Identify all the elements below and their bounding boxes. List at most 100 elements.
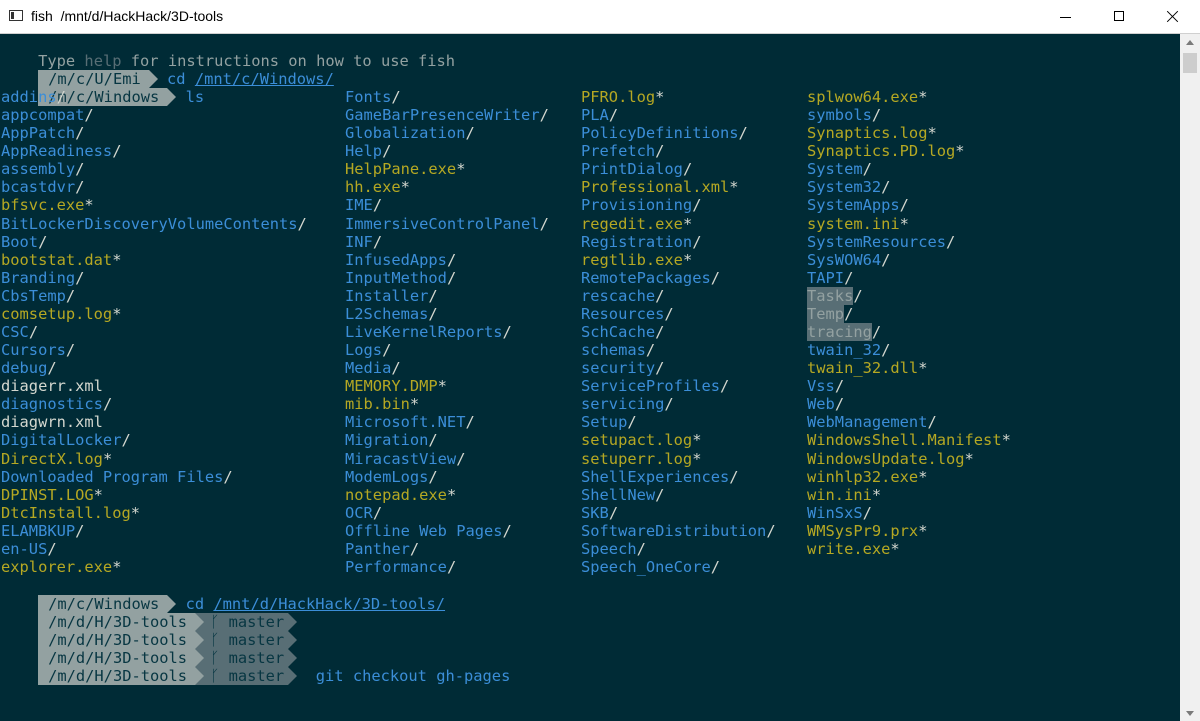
listing-entry: Tasks/ — [807, 286, 863, 305]
git-branch: ᚴ master — [204, 667, 289, 685]
listing-entry: Media/ — [345, 359, 401, 378]
git-prompt-line[interactable]: /m/d/H/3D-tools ᚴ master git checkout gh-… — [1, 649, 510, 685]
listing-entry: win.ini* — [807, 485, 882, 504]
listing-entry: DPINST.LOG* — [1, 485, 103, 504]
listing-entry: twain_32.dll* — [807, 359, 928, 378]
listing-column-2: Fonts/GameBarPresenceWriter/Globalizatio… — [345, 88, 549, 576]
listing-entry: bfsvc.exe* — [1, 196, 94, 215]
window-title: fish /mnt/d/HackHack/3D-tools — [31, 8, 224, 24]
prompt-line: /m/c/Windows ls — [1, 70, 204, 106]
listing-entry: Panther/ — [345, 539, 420, 558]
listing-entry: diagnostics/ — [1, 395, 113, 414]
listing-entry: Cursors/ — [1, 341, 76, 360]
listing-entry: Help/ — [345, 142, 392, 161]
listing-entry: assembly/ — [1, 160, 85, 179]
prompt-line: /m/c/U/Emi cd /mnt/c/Windows/ — [1, 52, 334, 88]
listing-entry: system.ini* — [807, 214, 909, 233]
terminal-window-icon — [9, 10, 23, 21]
listing-entry: Downloaded Program Files/ — [1, 467, 233, 486]
listing-entry: InfusedApps/ — [345, 250, 457, 269]
listing-entry: Temp/ — [807, 304, 854, 323]
listing-entry: RemotePackages/ — [581, 268, 721, 287]
listing-entry: debug/ — [1, 359, 57, 378]
listing-entry: PolicyDefinitions/ — [581, 124, 748, 143]
listing-entry: Professional.xml* — [581, 178, 739, 197]
listing-entry: Offline Web Pages/ — [345, 521, 512, 540]
listing-entry: diagerr.xml — [1, 377, 103, 396]
git-prompt-line: /m/d/H/3D-tools ᚴ master — [1, 631, 298, 667]
listing-entry: Globalization/ — [345, 124, 475, 143]
listing-entry: setuperr.log* — [581, 449, 702, 468]
title-bar[interactable]: fish /mnt/d/HackHack/3D-tools — [0, 0, 1200, 34]
listing-column-4: splwow64.exe* symbols/Synaptics.log* Synap… — [807, 88, 1011, 558]
listing-entry: appcompat/ — [1, 106, 94, 125]
listing-column-1: addins/appcompat/AppPatch/AppReadiness/a… — [1, 88, 307, 576]
listing-entry: Speech_OneCore/ — [581, 558, 721, 577]
listing-entry: Logs/ — [345, 341, 392, 360]
listing-entry: security/ — [581, 359, 665, 378]
listing-entry: INF/ — [345, 232, 383, 251]
listing-entry: Vss/ — [807, 377, 845, 396]
maximize-button[interactable] — [1092, 0, 1146, 34]
listing-entry: Setup/ — [581, 413, 637, 432]
listing-entry: bootstat.dat* — [1, 250, 122, 269]
scrollbar-thumb[interactable] — [1183, 53, 1197, 73]
listing-entry: Provisioning/ — [581, 196, 702, 215]
prompt-separator — [288, 667, 298, 685]
listing-entry: Performance/ — [345, 558, 457, 577]
listing-entry: Branding/ — [1, 268, 85, 287]
git-branch-icon: ᚴ — [210, 667, 220, 685]
scroll-down-icon[interactable] — [1186, 711, 1194, 716]
welcome-line: Type help for instructions on how to use… — [38, 52, 456, 70]
listing-entry: ShellExperiences/ — [581, 467, 739, 486]
listing-entry: GameBarPresenceWriter/ — [345, 106, 549, 125]
listing-entry: Resources/ — [581, 304, 674, 323]
command-argument: /mnt/c/Windows/ — [194, 70, 334, 88]
prompt-separator — [195, 667, 205, 685]
listing-entry: DirectX.log* — [1, 449, 113, 468]
listing-entry: DtcInstall.log* — [1, 503, 141, 522]
listing-entry: Synaptics.log* — [807, 124, 937, 143]
listing-entry: ServiceProfiles/ — [581, 377, 730, 396]
listing-entry: rescache/ — [581, 286, 665, 305]
listing-entry: IME/ — [345, 196, 383, 215]
listing-entry: Web/ — [807, 395, 845, 414]
listing-entry: InputMethod/ — [345, 268, 457, 287]
git-prompt-line: /m/d/H/3D-tools ᚴ master — [1, 595, 298, 631]
listing-entry: System/ — [807, 160, 872, 179]
command-input[interactable]: git checkout gh-pages — [316, 667, 511, 685]
listing-entry: twain_32/ — [807, 341, 891, 360]
listing-entry: splwow64.exe* — [807, 88, 928, 106]
listing-entry: MiracastView/ — [345, 449, 466, 468]
listing-entry: CbsTemp/ — [1, 286, 76, 305]
listing-entry: L2Schemas/ — [345, 304, 438, 323]
listing-entry: MEMORY.DMP* — [345, 377, 447, 396]
listing-entry: TAPI/ — [807, 268, 854, 287]
listing-entry: PLA/ — [581, 106, 619, 125]
listing-entry: Installer/ — [345, 286, 438, 305]
listing-entry: WebManagement/ — [807, 413, 937, 432]
listing-entry: ModemLogs/ — [345, 467, 438, 486]
listing-entry: Migration/ — [345, 431, 438, 450]
listing-entry: AppPatch/ — [1, 124, 85, 143]
close-button[interactable] — [1146, 0, 1200, 34]
listing-entry: BitLockerDiscoveryVolumeContents/ — [1, 214, 307, 233]
git-prompt-line: /m/d/H/3D-tools ᚴ master — [1, 613, 298, 649]
listing-entry: SysWOW64/ — [807, 250, 891, 269]
listing-entry: ELAMBKUP/ — [1, 521, 85, 540]
listing-entry: DigitalLocker/ — [1, 431, 131, 450]
listing-entry: notepad.exe* — [345, 485, 457, 504]
listing-entry: regtlib.exe* — [581, 250, 693, 269]
listing-entry: PrintDialog/ — [581, 160, 693, 179]
listing-entry: write.exe* — [807, 539, 900, 558]
vertical-scrollbar[interactable] — [1180, 34, 1200, 721]
terminal-output[interactable]: Type help for instructions on how to use… — [0, 34, 1180, 721]
listing-entry: winhlp32.exe* — [807, 467, 928, 486]
listing-entry: ShellNew/ — [581, 485, 665, 504]
minimize-button[interactable] — [1038, 0, 1092, 34]
listing-entry: SKB/ — [581, 503, 619, 522]
scroll-up-icon[interactable] — [1186, 40, 1194, 45]
listing-entry: regedit.exe* — [581, 214, 693, 233]
listing-entry: servicing/ — [581, 395, 674, 414]
listing-entry: tracing/ — [807, 323, 882, 342]
